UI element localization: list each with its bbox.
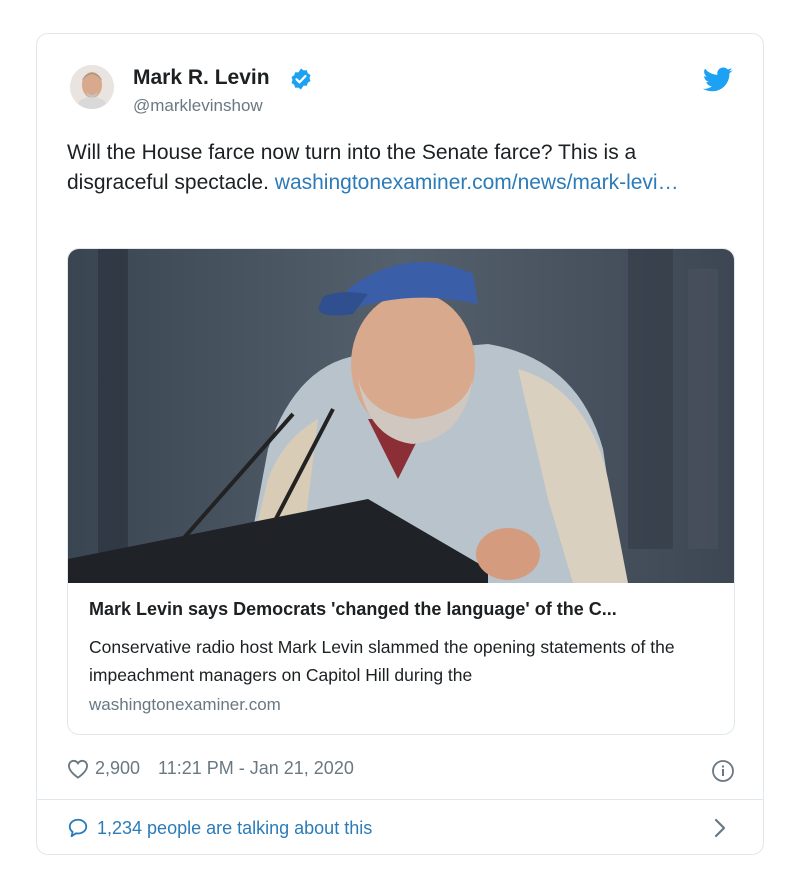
link-card-domain[interactable]: washingtonexaminer.com <box>89 695 281 715</box>
like-count[interactable]: 2,900 <box>95 758 140 779</box>
verified-badge-icon <box>291 68 311 90</box>
speech-bubble-icon <box>68 818 88 838</box>
chevron-right-icon[interactable] <box>713 817 727 839</box>
info-icon[interactable] <box>711 759 735 783</box>
divider <box>37 799 763 800</box>
author-handle[interactable]: @marklevinshow <box>133 96 263 116</box>
link-preview-card[interactable]: Mark Levin says Democrats 'changed the l… <box>67 248 735 735</box>
timestamp[interactable]: 11:21 PM - Jan 21, 2020 <box>158 758 354 779</box>
link-card-title[interactable]: Mark Levin says Democrats 'changed the l… <box>89 599 719 620</box>
author-name[interactable]: Mark R. Levin <box>133 66 270 90</box>
tweet-card: Mark R. Levin @marklevinshow Will the Ho… <box>36 33 764 855</box>
twitter-bird-icon[interactable] <box>703 67 733 93</box>
conversation-link[interactable]: 1,234 people are talking about this <box>67 817 372 839</box>
avatar[interactable] <box>70 65 114 109</box>
talking-count[interactable]: 1,234 people are talking about this <box>97 818 372 839</box>
tweet-text: Will the House farce now turn into the S… <box>67 138 737 198</box>
article-photo <box>68 249 734 583</box>
tweet-meta: 2,900 11:21 PM - Jan 21, 2020 <box>67 758 354 779</box>
heart-icon[interactable] <box>67 759 89 779</box>
link-card-description: Conservative radio host Mark Levin slamm… <box>89 637 675 685</box>
tweet-link[interactable]: washingtonexaminer.com/news/mark-levi… <box>275 171 679 194</box>
avatar-image <box>70 65 114 109</box>
